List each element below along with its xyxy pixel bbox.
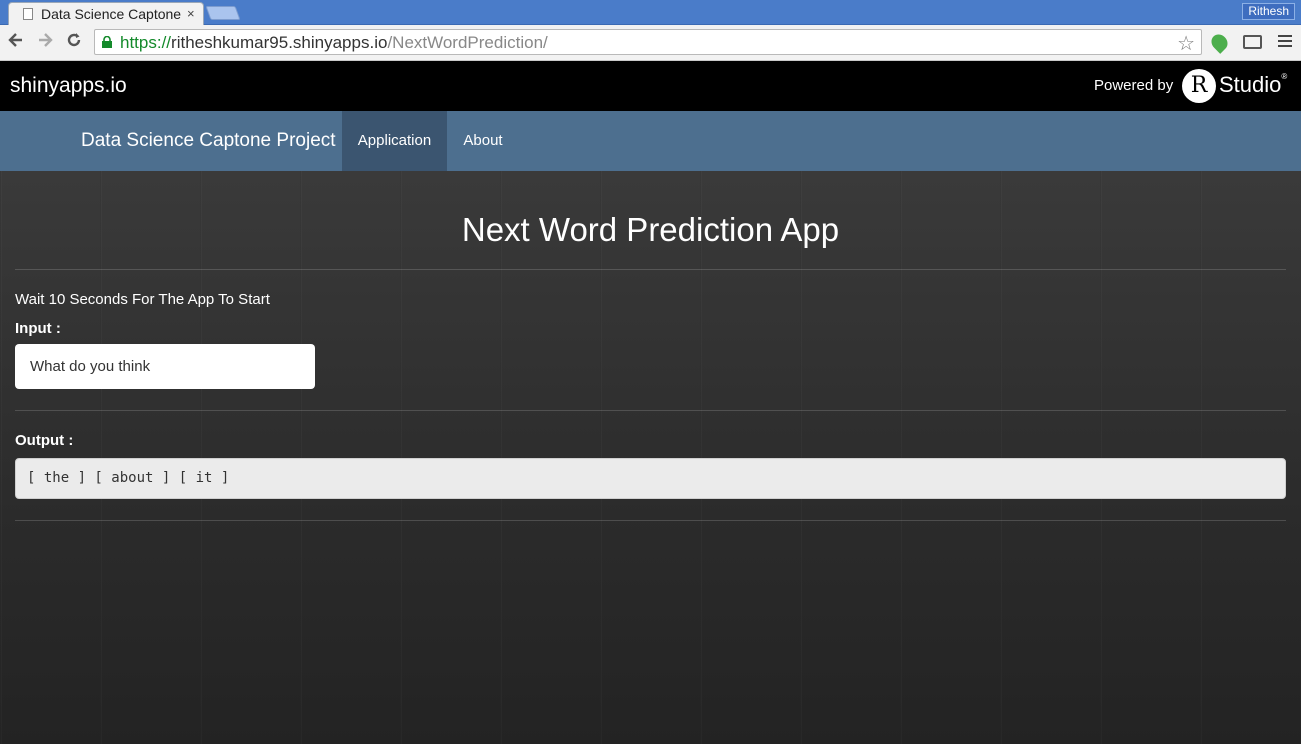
shinyapps-header: shinyapps.io Powered by R Studio® <box>0 61 1301 111</box>
navbar-brand[interactable]: Data Science Captone Project <box>81 130 336 152</box>
output-label: Output : <box>15 432 74 449</box>
input-label: Input : <box>15 320 61 337</box>
wait-message: Wait 10 Seconds For The App To Start <box>15 291 270 308</box>
tab-about[interactable]: About <box>447 111 519 171</box>
address-bar[interactable]: https://ritheshkumar95.shinyapps.io/Next… <box>94 29 1202 55</box>
browser-tab-strip: Data Science Captone Project × Rithesh <box>0 0 1301 25</box>
reload-icon[interactable] <box>64 31 84 53</box>
evernote-extension-icon[interactable] <box>1208 31 1231 54</box>
browser-toolbar: https://ritheshkumar95.shinyapps.io/Next… <box>0 25 1301 61</box>
menu-icon[interactable] <box>1278 35 1292 49</box>
forward-arrow-icon[interactable] <box>35 31 55 53</box>
tab-title: Data Science Captone Project <box>41 6 181 22</box>
divider <box>15 520 1286 521</box>
cast-icon[interactable] <box>1243 35 1262 49</box>
text-input[interactable] <box>15 344 315 389</box>
main-content: Next Word Prediction App Wait 10 Seconds… <box>0 171 1301 744</box>
bookmark-star-icon[interactable]: ☆ <box>1177 31 1195 56</box>
divider <box>15 269 1286 270</box>
close-tab-icon[interactable]: × <box>187 6 195 21</box>
browser-tab[interactable]: Data Science Captone Project × <box>8 2 204 25</box>
powered-by-text: Powered by <box>1094 77 1174 94</box>
profile-button[interactable]: Rithesh <box>1242 3 1295 20</box>
tab-application[interactable]: Application <box>342 111 447 171</box>
rstudio-logo-text[interactable]: Studio® <box>1219 72 1287 98</box>
divider <box>15 410 1286 411</box>
shinyapps-logo[interactable]: shinyapps.io <box>10 74 127 98</box>
page-title: Next Word Prediction App <box>461 211 840 248</box>
app-navbar: Data Science Captone Project Application… <box>0 111 1301 171</box>
url-text: https://ritheshkumar95.shinyapps.io/Next… <box>120 33 548 52</box>
prediction-output: [ the ] [ about ] [ it ] <box>15 458 1286 499</box>
lock-icon <box>102 36 112 48</box>
back-arrow-icon[interactable] <box>6 31 26 53</box>
rstudio-logo-icon[interactable]: R <box>1182 69 1216 103</box>
new-tab-button[interactable] <box>205 6 241 20</box>
page-icon <box>23 8 33 20</box>
